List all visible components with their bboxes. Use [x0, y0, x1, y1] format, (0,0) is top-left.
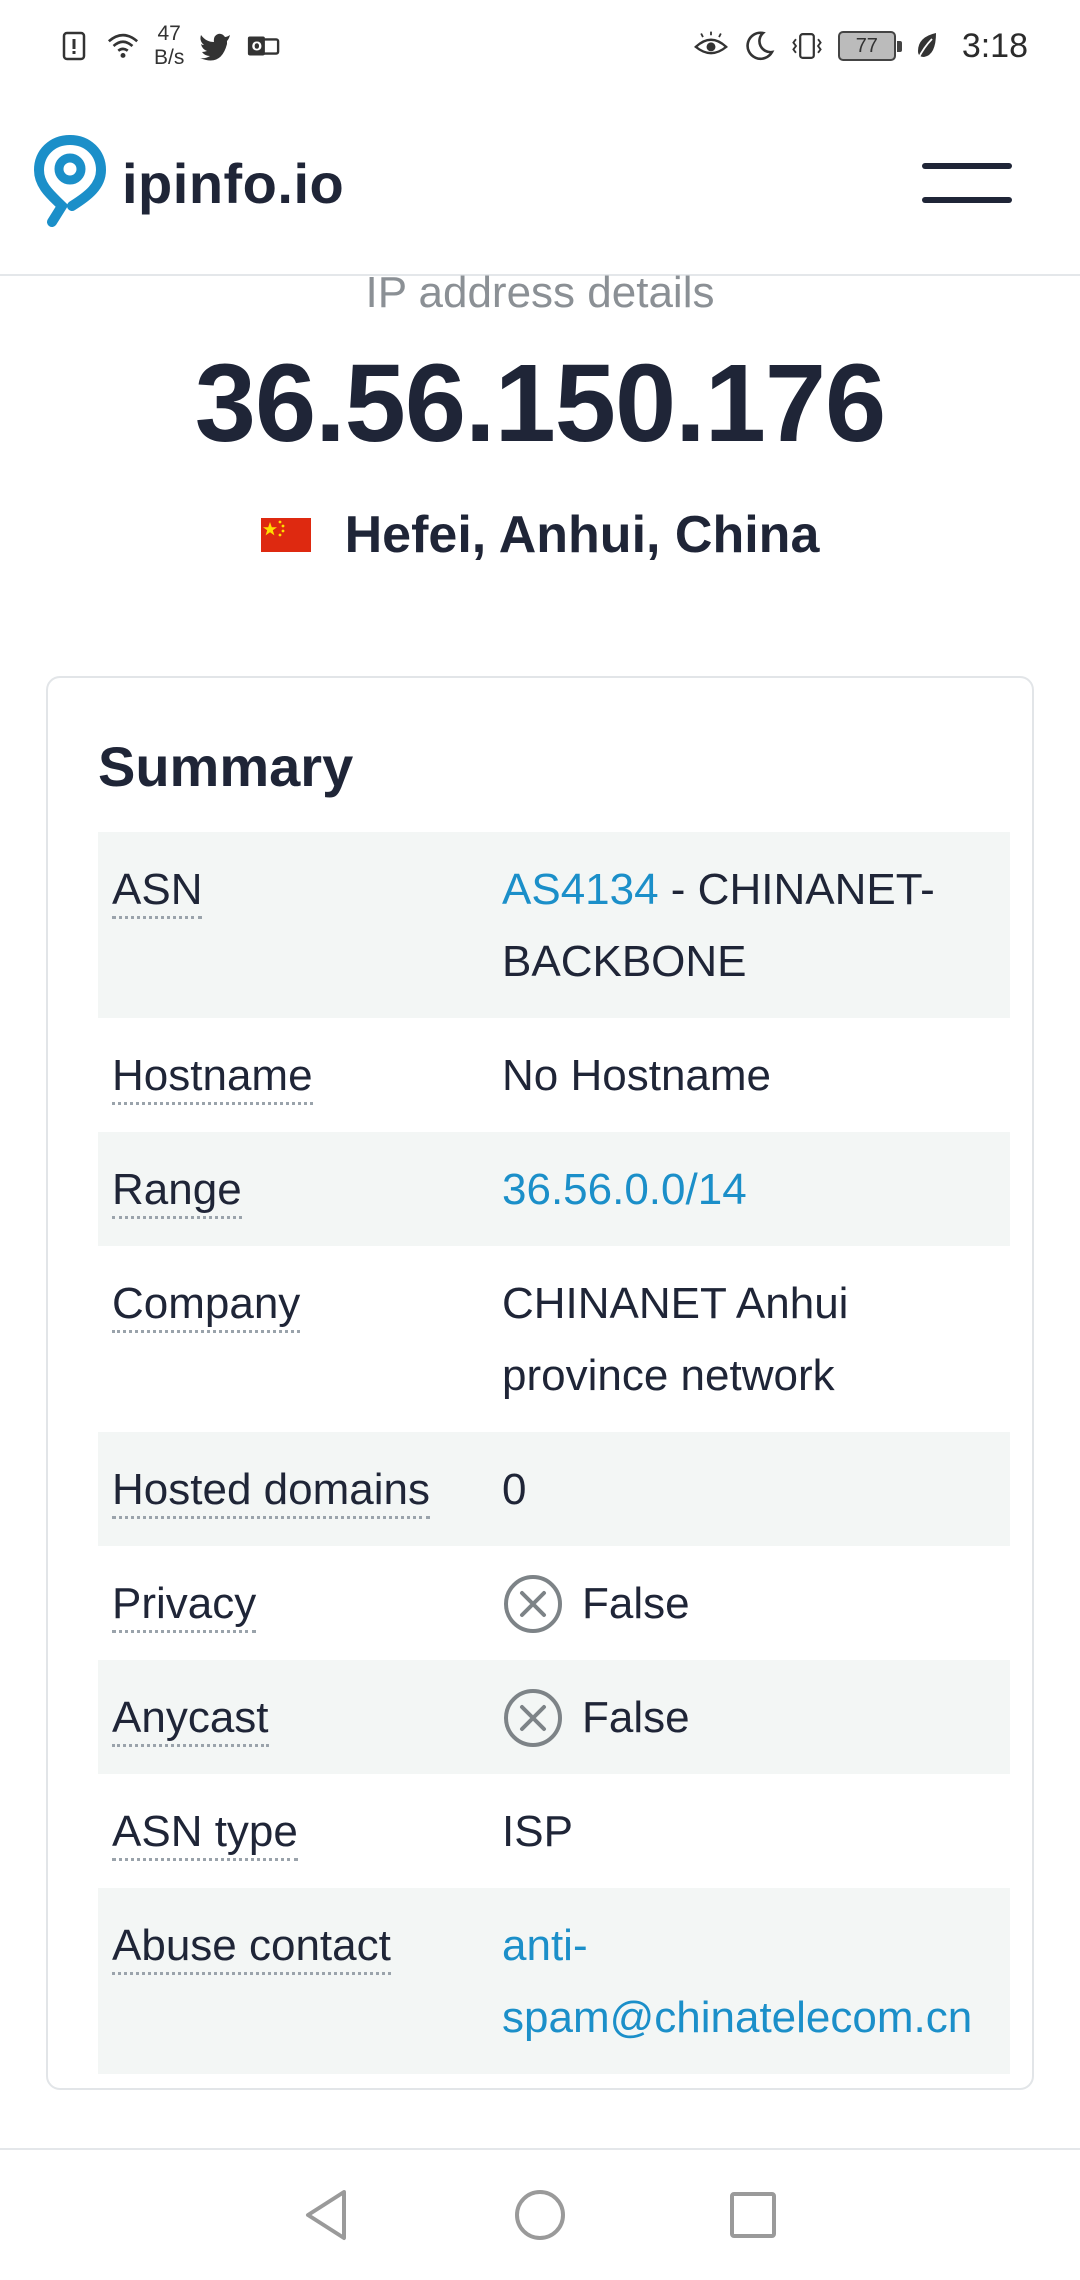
- net-speed-value: 47: [157, 22, 181, 45]
- battery-level: 77: [855, 34, 878, 57]
- summary-table: ASN AS4134 - CHINANET-BACKBONE Hostname …: [98, 832, 1010, 2074]
- asn-value: AS4134 - CHINANET-BACKBONE: [502, 854, 1010, 998]
- company-label[interactable]: Company: [112, 1268, 502, 1412]
- table-row-hosted-domains: Hosted domains 0: [98, 1432, 1010, 1546]
- privacy-value: False: [502, 1568, 1010, 1640]
- hamburger-menu-button[interactable]: [922, 163, 1012, 203]
- hosted-domains-label[interactable]: Hosted domains: [112, 1454, 502, 1526]
- table-row-privacy: Privacy False: [98, 1546, 1010, 1660]
- anycast-label[interactable]: Anycast: [112, 1682, 502, 1754]
- hosted-domains-value: 0: [502, 1465, 527, 1514]
- brand-logo[interactable]: ipinfo.io: [32, 134, 344, 233]
- company-value: CHINANET Anhui province network: [502, 1279, 849, 1400]
- wifi-icon: [106, 29, 140, 63]
- anycast-value-text: False: [582, 1693, 690, 1742]
- home-icon[interactable]: [510, 2185, 570, 2245]
- hostname-label[interactable]: Hostname: [112, 1040, 502, 1112]
- recents-icon[interactable]: [723, 2185, 783, 2245]
- net-speed: 47 B/s: [154, 22, 184, 70]
- range-link[interactable]: 36.56.0.0/14: [502, 1154, 1010, 1226]
- twitter-icon: [198, 29, 232, 63]
- ip-address: 36.56.150.176: [194, 342, 886, 465]
- status-left: 47 B/s O: [58, 22, 280, 70]
- mail-icon: O: [246, 29, 280, 63]
- location-pin-icon: [32, 134, 108, 233]
- table-row-anycast: Anycast False: [98, 1660, 1010, 1774]
- asn-label[interactable]: ASN: [112, 854, 502, 998]
- status-right: 77 3:18: [693, 26, 1028, 66]
- abuse-contact-label[interactable]: Abuse contact: [112, 1910, 502, 2054]
- hamburger-icon-line-top: [922, 163, 1012, 169]
- anycast-value: False: [502, 1682, 1010, 1754]
- alert-icon: [58, 29, 92, 63]
- page-subtitle: IP address details: [365, 268, 715, 317]
- location-line: Hefei, Anhui, China: [0, 505, 1080, 565]
- table-row-asn-type: ASN type ISP: [98, 1774, 1010, 1888]
- system-nav-bar: [0, 2148, 1080, 2280]
- location-text: Hefei, Anhui, China: [344, 506, 820, 564]
- vibrate-icon: [790, 29, 824, 63]
- leaf-icon: [910, 29, 944, 63]
- asn-type-label[interactable]: ASN type: [112, 1796, 502, 1868]
- abuse-contact-link[interactable]: anti-spam@chinatelecom.cn: [502, 1910, 1010, 2054]
- privacy-value-text: False: [582, 1579, 690, 1628]
- eye-icon: [693, 29, 728, 63]
- battery-icon: 77: [837, 31, 902, 61]
- clock: 3:18: [961, 26, 1028, 65]
- table-row-hostname: Hostname No Hostname: [98, 1018, 1010, 1132]
- range-label[interactable]: Range: [112, 1154, 502, 1226]
- svg-text:O: O: [252, 40, 262, 54]
- brand-name: ipinfo.io: [122, 151, 345, 215]
- summary-title: Summary: [98, 735, 354, 798]
- privacy-label[interactable]: Privacy: [112, 1568, 502, 1640]
- asn-link[interactable]: AS4134: [502, 865, 659, 914]
- summary-card: Summary ASN AS4134 - CHINANET-BACKBONE H…: [46, 676, 1034, 2090]
- china-flag-icon: [260, 518, 311, 552]
- back-icon[interactable]: [297, 2185, 357, 2245]
- table-row-company: Company CHINANET Anhui province network: [98, 1246, 1010, 1432]
- net-speed-unit: B/s: [154, 46, 185, 69]
- x-circle-icon: [502, 1573, 564, 1635]
- moon-icon: [742, 29, 776, 63]
- table-row-asn: ASN AS4134 - CHINANET-BACKBONE: [98, 832, 1010, 1018]
- status-bar: 47 B/s O 77 3:18: [0, 0, 1080, 92]
- hamburger-icon-line-bottom: [922, 197, 1012, 203]
- table-row-range: Range 36.56.0.0/14: [98, 1132, 1010, 1246]
- x-circle-icon: [502, 1687, 564, 1749]
- site-header: ipinfo.io: [0, 92, 1080, 276]
- hostname-value: No Hostname: [502, 1051, 772, 1100]
- table-row-abuse-contact: Abuse contact anti-spam@chinatelecom.cn: [98, 1888, 1010, 2074]
- asn-type-value: ISP: [502, 1807, 573, 1856]
